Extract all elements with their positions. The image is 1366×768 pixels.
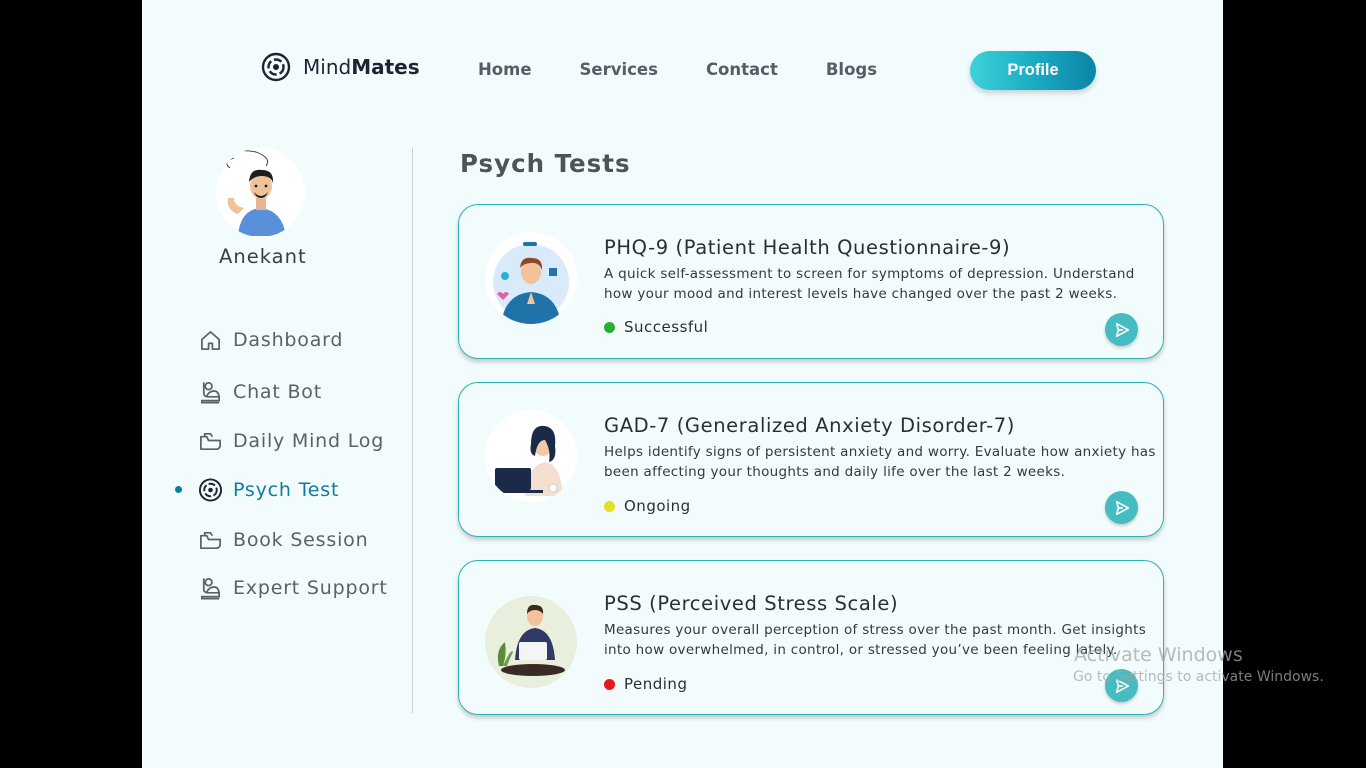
sidebar-item-label: Chat Bot	[233, 381, 322, 403]
page-title: Psych Tests	[460, 149, 631, 178]
sidebar-item-book-session[interactable]: Book Session	[198, 525, 368, 555]
status-badge: Ongoing	[604, 497, 691, 515]
chatbot-icon	[198, 380, 223, 405]
test-card-pss[interactable]: PSS (Perceived Stress Scale) Measures yo…	[458, 560, 1164, 715]
status-text: Ongoing	[624, 497, 691, 515]
test-title: GAD-7 (Generalized Anxiety Disorder-7)	[604, 414, 1016, 437]
activate-windows-watermark-title: Activate Windows	[1074, 644, 1243, 666]
status-text: Successful	[624, 318, 709, 336]
active-indicator	[175, 486, 182, 493]
status-badge: Pending	[604, 675, 687, 693]
nav-services[interactable]: Services	[580, 60, 658, 79]
user-name: Anekant	[219, 245, 307, 268]
user-avatar-illustration	[216, 148, 305, 237]
send-icon	[1115, 322, 1129, 337]
app-page: MindMates Home Services Contact Blogs Pr…	[142, 0, 1223, 768]
desk-man-illustration	[485, 596, 577, 688]
start-test-button[interactable]	[1105, 313, 1138, 346]
activate-windows-watermark-subtitle: Go to Settings to activate Windows.	[1073, 669, 1324, 685]
folder-icon	[198, 528, 223, 553]
home-icon	[198, 328, 223, 353]
sidebar-divider	[412, 148, 413, 713]
sidebar-item-dashboard[interactable]: Dashboard	[198, 325, 343, 355]
avatar[interactable]	[216, 148, 305, 237]
sidebar-item-label: Book Session	[233, 529, 369, 551]
nav-contact[interactable]: Contact	[706, 60, 778, 79]
meditation-illustration	[485, 232, 577, 324]
sidebar-item-chat-bot[interactable]: Chat Bot	[198, 377, 322, 407]
status-badge: Successful	[604, 318, 708, 336]
test-title: PHQ-9 (Patient Health Questionnaire-9)	[604, 236, 1011, 259]
status-text: Pending	[624, 675, 688, 693]
profile-button[interactable]: Profile	[970, 51, 1096, 90]
test-title: PSS (Perceived Stress Scale)	[604, 592, 899, 615]
brand-logo[interactable]: MindMates	[261, 52, 420, 82]
test-description: A quick self-assessment to screen for sy…	[604, 266, 1135, 302]
sidebar-item-label: Psych Test	[233, 479, 340, 501]
sidebar-item-psych-test[interactable]: Psych Test	[198, 475, 339, 505]
chatbot-icon	[198, 576, 223, 601]
folder-icon	[198, 429, 223, 454]
sidebar-item-expert-support[interactable]: Expert Support	[198, 573, 388, 603]
target-logo-icon	[261, 52, 291, 82]
send-icon	[1115, 500, 1129, 515]
nav-blogs[interactable]: Blogs	[826, 60, 877, 79]
sidebar-item-label: Daily Mind Log	[233, 430, 385, 452]
test-card-gad7[interactable]: GAD-7 (Generalized Anxiety Disorder-7) H…	[458, 382, 1164, 537]
test-card-phq9[interactable]: PHQ-9 (Patient Health Questionnaire-9) A…	[458, 204, 1164, 359]
test-description: Helps identify signs of persistent anxie…	[604, 444, 1156, 480]
start-test-button[interactable]	[1105, 491, 1138, 524]
sidebar-item-daily-mind-log[interactable]: Daily Mind Log	[198, 426, 384, 456]
status-dot-icon	[604, 500, 615, 512]
laptop-woman-illustration	[485, 410, 577, 502]
sidebar-item-label: Dashboard	[233, 329, 344, 351]
target-icon	[198, 478, 223, 503]
sidebar-item-label: Expert Support	[233, 577, 388, 599]
nav-home[interactable]: Home	[478, 60, 532, 79]
brand-name: MindMates	[303, 55, 420, 79]
status-dot-icon	[604, 321, 615, 333]
status-dot-icon	[604, 678, 615, 690]
top-nav: Home Services Contact Blogs	[478, 60, 925, 79]
